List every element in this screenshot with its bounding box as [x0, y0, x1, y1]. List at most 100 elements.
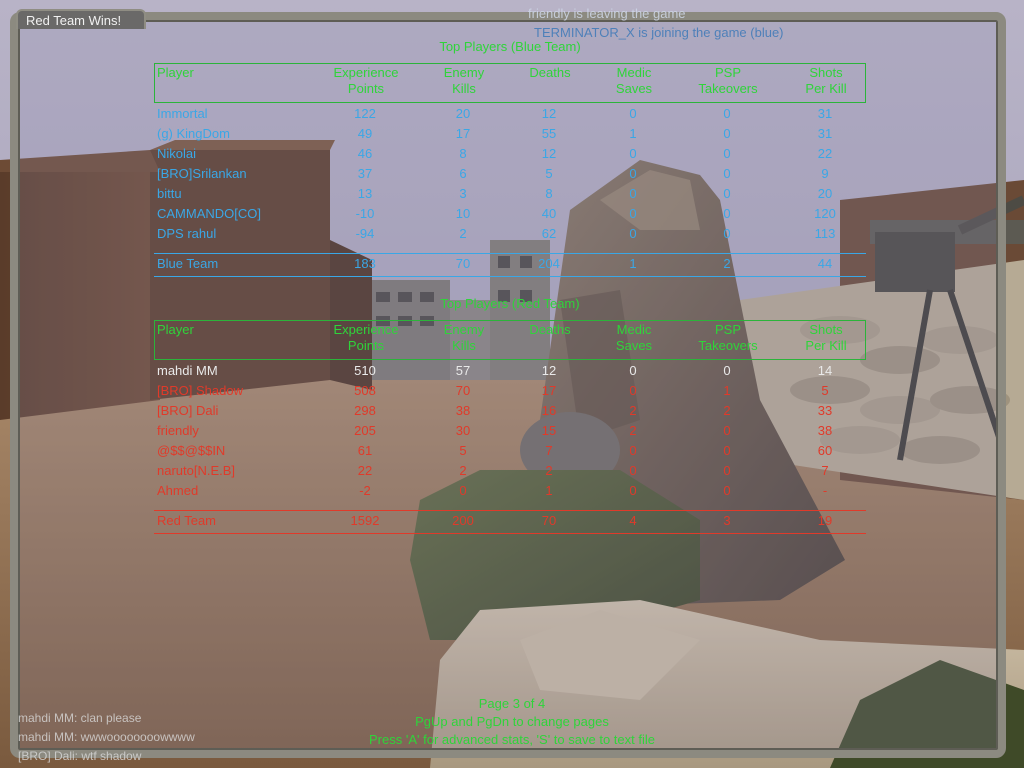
- player-row: Immortal 122 20 12 0 0 31: [154, 104, 866, 124]
- player-name: @$$@$$IN: [157, 443, 226, 458]
- shots-per-kill: 19: [817, 513, 833, 528]
- psp-takeovers: 0: [723, 463, 731, 478]
- player-row: [BRO] Shadow 508 70 17 0 1 5: [154, 381, 866, 401]
- header-player: Player: [157, 322, 194, 337]
- shots-per-kill: 22: [817, 146, 833, 161]
- page-indicator: Page 3 of 4: [478, 696, 546, 711]
- player-row: mahdi MM 510 57 12 0 0 14: [154, 361, 866, 381]
- player-row: CAMMANDO[CO] -10 10 40 0 0 120: [154, 204, 866, 224]
- medic-saves: 0: [629, 483, 637, 498]
- psp-takeovers: 0: [723, 146, 731, 161]
- shots-per-kill: 31: [817, 126, 833, 141]
- enemy-kills: 200: [452, 513, 474, 528]
- psp-takeovers: 2: [723, 256, 731, 271]
- game-message: TERMINATOR_X is joining the game (blue): [534, 25, 784, 40]
- psp-takeovers: 0: [723, 423, 731, 438]
- shots-per-kill: 31: [817, 106, 833, 121]
- experience-points: -10: [355, 206, 375, 221]
- medic-saves: 0: [629, 383, 637, 398]
- enemy-kills: 17: [455, 126, 471, 141]
- header-enemy-kills: Enemy Kills: [443, 322, 485, 353]
- blue-team-title: Top Players (Blue Team): [439, 39, 581, 54]
- header-shots-per-kill: Shots Per Kill: [805, 65, 847, 96]
- player-name: CAMMANDO[CO]: [157, 206, 261, 221]
- team-total-row: Blue Team 183 70 204 1 2 44: [154, 254, 866, 274]
- shots-per-kill: 33: [817, 403, 833, 418]
- shots-per-kill: 9: [821, 166, 829, 181]
- psp-takeovers: 0: [723, 226, 731, 241]
- blue-header-row: Player Experience Points Enemy Kills Death…: [154, 63, 866, 103]
- header-player: Player: [157, 65, 194, 80]
- medic-saves: 2: [629, 423, 637, 438]
- player-row: [BRO]Srilankan 37 6 5 0 0 9: [154, 164, 866, 184]
- shots-per-kill: 5: [821, 383, 829, 398]
- medic-saves: 0: [629, 146, 637, 161]
- deaths: 7: [545, 443, 553, 458]
- player-row: [BRO] Dali 298 38 16 2 2 33: [154, 401, 866, 421]
- enemy-kills: 2: [459, 226, 467, 241]
- deaths: 17: [541, 383, 557, 398]
- player-name: Blue Team: [157, 256, 219, 271]
- shots-per-kill: 38: [817, 423, 833, 438]
- player-row: friendly 205 30 15 2 0 38: [154, 421, 866, 441]
- enemy-kills: 30: [455, 423, 471, 438]
- player-row: bittu 13 3 8 0 0 20: [154, 184, 866, 204]
- psp-takeovers: 0: [723, 126, 731, 141]
- player-row: naruto[N.E.B] 22 2 2 0 0 7: [154, 461, 866, 481]
- player-name: [BRO] Shadow: [157, 383, 243, 398]
- medic-saves: 1: [629, 256, 637, 271]
- medic-saves: 0: [629, 226, 637, 241]
- medic-saves: 0: [629, 443, 637, 458]
- experience-points: 205: [354, 423, 376, 438]
- enemy-kills: 5: [459, 443, 467, 458]
- enemy-kills: 20: [455, 106, 471, 121]
- header-medic-saves: Medic Saves: [615, 65, 653, 96]
- shots-per-kill: 7: [821, 463, 829, 478]
- deaths: 12: [541, 146, 557, 161]
- psp-takeovers: 0: [723, 106, 731, 121]
- experience-points: 508: [354, 383, 376, 398]
- shots-per-kill: 120: [814, 206, 836, 221]
- team-total-row: Red Team 1592 200 70 4 3 19: [154, 511, 866, 531]
- chat-line: mahdi MM: clan please: [18, 711, 142, 725]
- experience-points: 298: [354, 403, 376, 418]
- player-name: friendly: [157, 423, 199, 438]
- deaths: 2: [545, 463, 553, 478]
- game-message: friendly is leaving the game: [528, 6, 686, 21]
- enemy-kills: 6: [459, 166, 467, 181]
- experience-points: 46: [357, 146, 373, 161]
- window-title: Red Team Wins!: [16, 9, 146, 29]
- header-deaths: Deaths: [529, 322, 571, 337]
- player-name: DPS rahul: [157, 226, 217, 241]
- header-medic-saves: Medic Saves: [615, 322, 653, 353]
- experience-points: 22: [357, 463, 373, 478]
- deaths: 40: [541, 206, 557, 221]
- shots-per-kill: 113: [814, 226, 836, 241]
- enemy-kills: 3: [459, 186, 467, 201]
- shots-per-kill: 44: [817, 256, 833, 271]
- medic-saves: 0: [629, 106, 637, 121]
- experience-points: 122: [354, 106, 376, 121]
- experience-points: 49: [357, 126, 373, 141]
- deaths: 8: [545, 186, 553, 201]
- player-row: @$$@$$IN 61 5 7 0 0 60: [154, 441, 866, 461]
- deaths: 16: [541, 403, 557, 418]
- psp-takeovers: 0: [723, 186, 731, 201]
- player-row: (g) KingDom 49 17 55 1 0 31: [154, 124, 866, 144]
- psp-takeovers: 1: [723, 383, 731, 398]
- chat-line: mahdi MM: wwwoooooooowwww: [18, 730, 195, 744]
- shots-per-kill: 20: [817, 186, 833, 201]
- blue-divider: [154, 276, 866, 277]
- psp-takeovers: 0: [723, 483, 731, 498]
- medic-saves: 0: [629, 186, 637, 201]
- header-psp-takeovers: PSP Takeovers: [698, 65, 758, 96]
- deaths: 12: [541, 363, 557, 378]
- header-psp-takeovers: PSP Takeovers: [698, 322, 758, 353]
- psp-takeovers: 0: [723, 443, 731, 458]
- medic-saves: 1: [629, 126, 637, 141]
- medic-saves: 4: [629, 513, 637, 528]
- player-name: (g) KingDom: [157, 126, 230, 141]
- scoreboard-overlay: Red Team Wins! friendly is leaving the g…: [0, 0, 1024, 768]
- player-name: Ahmed: [157, 483, 199, 498]
- medic-saves: 2: [629, 403, 637, 418]
